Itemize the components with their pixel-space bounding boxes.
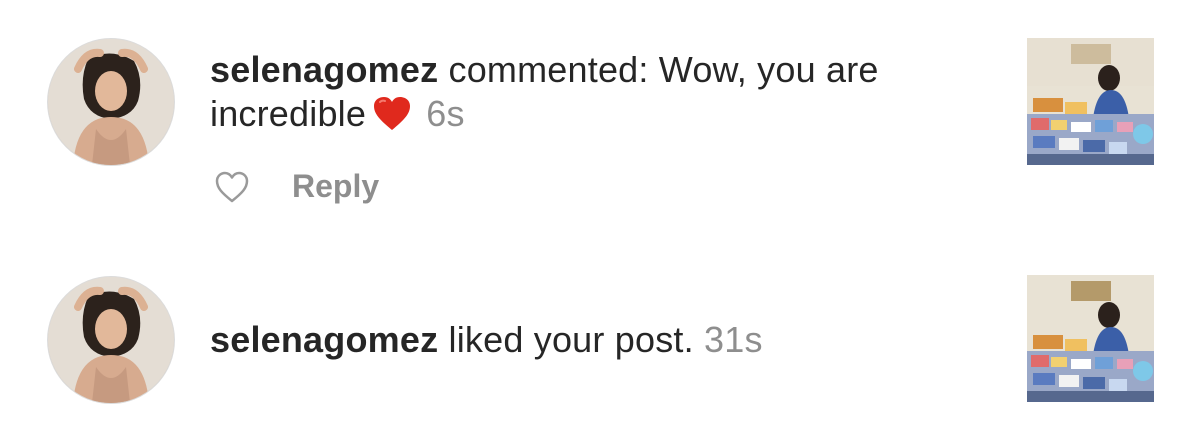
timestamp: 31s <box>704 319 763 360</box>
notification-text: selenagomez liked your post. 31s <box>210 318 1010 362</box>
comment-text-line1: commented: Wow, you are <box>438 49 879 90</box>
avatar[interactable] <box>47 38 175 166</box>
like-text: liked your post. <box>438 319 694 360</box>
post-thumbnail-icon <box>1027 38 1154 165</box>
heart-outline-icon[interactable] <box>214 170 250 204</box>
post-thumbnail-icon <box>1027 275 1154 402</box>
notification-like[interactable]: selenagomez liked your post. 31s <box>0 240 1200 428</box>
avatar[interactable] <box>47 276 175 404</box>
profile-photo-icon <box>48 39 174 165</box>
notification-comment[interactable]: selenagomez commented: Wow, you are incr… <box>0 0 1200 240</box>
red-heart-emoji-icon <box>374 97 411 130</box>
reply-button[interactable]: Reply <box>292 168 379 205</box>
profile-photo-icon <box>48 277 174 403</box>
timestamp: 6s <box>426 93 465 134</box>
comment-actions: Reply <box>214 168 379 205</box>
notification-text: selenagomez commented: Wow, you are incr… <box>210 48 1010 136</box>
username-link[interactable]: selenagomez <box>210 319 438 360</box>
username-link[interactable]: selenagomez <box>210 49 438 90</box>
post-thumbnail[interactable] <box>1027 38 1154 165</box>
comment-text-line2: incredible <box>210 93 367 134</box>
post-thumbnail[interactable] <box>1027 275 1154 402</box>
